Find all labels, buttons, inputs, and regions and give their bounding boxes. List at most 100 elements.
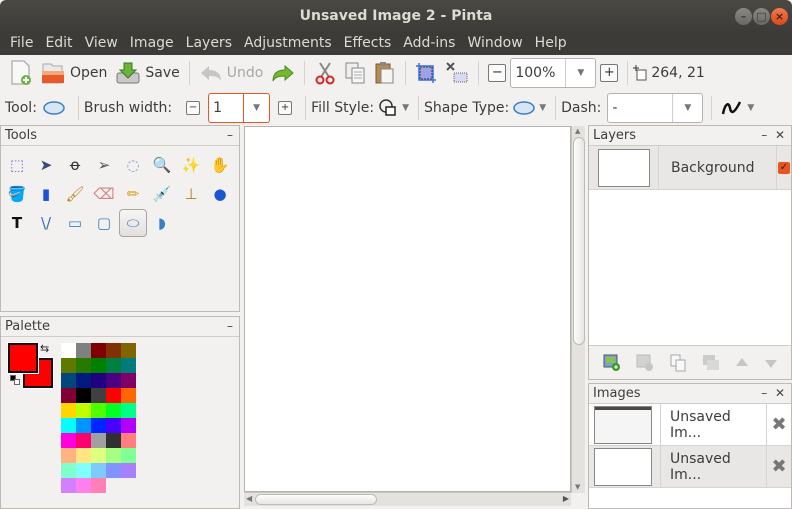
tool-rectangle-select[interactable]: ⬚ xyxy=(3,151,31,179)
close-image-button[interactable]: ✖ xyxy=(766,404,791,445)
palette-swatch[interactable] xyxy=(91,358,106,373)
scroll-down-icon[interactable]: ▼ xyxy=(575,483,580,491)
palette-swatch[interactable] xyxy=(121,403,136,418)
tool-color-picker[interactable]: 💉 xyxy=(148,180,176,208)
deselect-button[interactable] xyxy=(441,58,473,88)
menu-effects[interactable]: Effects xyxy=(338,32,398,55)
layer-visibility-checkbox[interactable]: ✓ xyxy=(778,161,790,174)
open-button[interactable]: Open xyxy=(36,58,111,88)
layer-row[interactable]: Background ✓ xyxy=(589,146,791,190)
add-layer-icon[interactable] xyxy=(603,354,621,372)
palette-swatch[interactable] xyxy=(121,358,136,373)
tool-ellipse-select[interactable]: ◌ xyxy=(119,151,147,179)
close-image-button[interactable]: ✖ xyxy=(766,446,791,487)
tool-zoom[interactable]: 🔍 xyxy=(148,151,176,179)
undo-button[interactable]: Undo xyxy=(195,58,268,88)
vertical-scrollbar[interactable]: ▲ ▼ xyxy=(571,126,585,493)
brush-width-combo[interactable]: 1 ▼ xyxy=(208,93,271,123)
palette-swatch[interactable] xyxy=(76,373,91,388)
palette-swatch[interactable] xyxy=(61,358,76,373)
palette-swatch[interactable] xyxy=(91,478,106,493)
palette-swatch[interactable] xyxy=(121,418,136,433)
brush-width-decrease-button[interactable]: − xyxy=(186,101,201,115)
reset-colors-icon[interactable] xyxy=(10,375,20,385)
palette-swatch[interactable] xyxy=(121,388,136,403)
chevron-down-icon[interactable]: ▼ xyxy=(243,94,269,122)
tool-paintbrush[interactable]: 🖌 xyxy=(61,180,89,208)
palette-swatch[interactable] xyxy=(106,418,121,433)
menu-file[interactable]: File xyxy=(4,32,39,55)
tool-clone-stamp[interactable]: ⊥ xyxy=(177,180,205,208)
scroll-left-icon[interactable]: ◀ xyxy=(246,494,252,503)
horizontal-scrollbar[interactable]: ◀ ▶ xyxy=(244,492,571,506)
palette-swatch[interactable] xyxy=(76,418,91,433)
tool-line-curve[interactable]: \/ xyxy=(32,209,60,237)
brush-width-increase-button[interactable]: + xyxy=(278,101,293,115)
paste-button[interactable] xyxy=(370,58,400,88)
tool-rectangle[interactable]: ▭ xyxy=(61,209,89,237)
palette-swatch[interactable] xyxy=(106,373,121,388)
new-button[interactable] xyxy=(6,58,36,88)
palette-swatch[interactable] xyxy=(61,343,76,358)
palette-swatch[interactable] xyxy=(106,463,121,478)
menu-view[interactable]: View xyxy=(79,32,124,55)
delete-layer-icon[interactable] xyxy=(636,354,654,372)
zoom-value[interactable]: 100% xyxy=(511,65,565,81)
horizontal-scrollbar-thumb[interactable] xyxy=(255,494,377,505)
merge-layer-down-icon[interactable] xyxy=(702,354,720,372)
dash-value[interactable]: - xyxy=(608,100,672,116)
palette-swatch[interactable] xyxy=(61,403,76,418)
swap-colors-icon[interactable]: ⇆ xyxy=(40,342,49,355)
tool-move-selected[interactable]: ➤ xyxy=(32,151,60,179)
tool-recolor[interactable]: ● xyxy=(206,180,234,208)
palette-swatch[interactable] xyxy=(91,448,106,463)
menu-help[interactable]: Help xyxy=(529,32,573,55)
scroll-right-icon[interactable]: ▶ xyxy=(563,494,569,503)
minimize-panel-button[interactable]: – xyxy=(227,317,239,336)
menu-edit[interactable]: Edit xyxy=(39,32,78,55)
palette-swatch[interactable] xyxy=(106,343,121,358)
minimize-panel-button[interactable]: – xyxy=(761,128,767,142)
minimize-panel-button[interactable]: – xyxy=(761,386,767,400)
tool-paint-bucket[interactable]: 🪣 xyxy=(3,180,31,208)
palette-swatch[interactable] xyxy=(106,433,121,448)
menu-layers[interactable]: Layers xyxy=(180,32,238,55)
menu-image[interactable]: Image xyxy=(124,32,180,55)
scroll-up-icon[interactable]: ▲ xyxy=(575,127,580,135)
chevron-down-icon[interactable]: ▼ xyxy=(672,94,702,122)
palette-swatch[interactable] xyxy=(91,388,106,403)
move-layer-down-icon[interactable] xyxy=(764,356,778,370)
image-canvas[interactable] xyxy=(244,126,571,492)
palette-swatch[interactable] xyxy=(61,448,76,463)
palette-swatch[interactable] xyxy=(76,388,91,403)
palette-swatch[interactable] xyxy=(91,463,106,478)
palette-swatch[interactable] xyxy=(61,433,76,448)
tool-text[interactable]: T xyxy=(3,209,31,237)
crop-to-selection-button[interactable] xyxy=(411,58,441,88)
palette-swatch[interactable] xyxy=(76,433,91,448)
image-row[interactable]: Unsaved Im... ✖ xyxy=(589,404,791,446)
cut-button[interactable] xyxy=(310,58,340,88)
chevron-down-icon[interactable]: ▼ xyxy=(565,59,595,87)
palette-swatch[interactable] xyxy=(106,403,121,418)
image-row[interactable]: Unsaved Im... ✖ xyxy=(589,446,791,488)
palette-swatch[interactable] xyxy=(121,463,136,478)
brush-width-value[interactable]: 1 xyxy=(209,100,243,116)
maximize-button[interactable]: □ xyxy=(753,8,770,25)
palette-swatch[interactable] xyxy=(106,358,121,373)
minimize-panel-button[interactable]: – xyxy=(227,126,239,145)
palette-swatch[interactable] xyxy=(61,373,76,388)
palette-swatch[interactable] xyxy=(61,478,76,493)
palette-swatch[interactable] xyxy=(61,418,76,433)
zoom-in-button[interactable]: + xyxy=(596,58,622,88)
zoom-combo[interactable]: 100% ▼ xyxy=(510,58,597,88)
palette-swatch[interactable] xyxy=(61,463,76,478)
close-button[interactable]: × xyxy=(771,8,788,25)
dash-combo[interactable]: - ▼ xyxy=(607,93,704,123)
palette-swatch[interactable] xyxy=(121,343,136,358)
duplicate-layer-icon[interactable] xyxy=(669,354,687,372)
palette-swatch[interactable] xyxy=(91,403,106,418)
palette-swatch[interactable] xyxy=(76,478,91,493)
tool-move-selection[interactable]: ➢ xyxy=(90,151,118,179)
palette-swatch[interactable] xyxy=(91,418,106,433)
